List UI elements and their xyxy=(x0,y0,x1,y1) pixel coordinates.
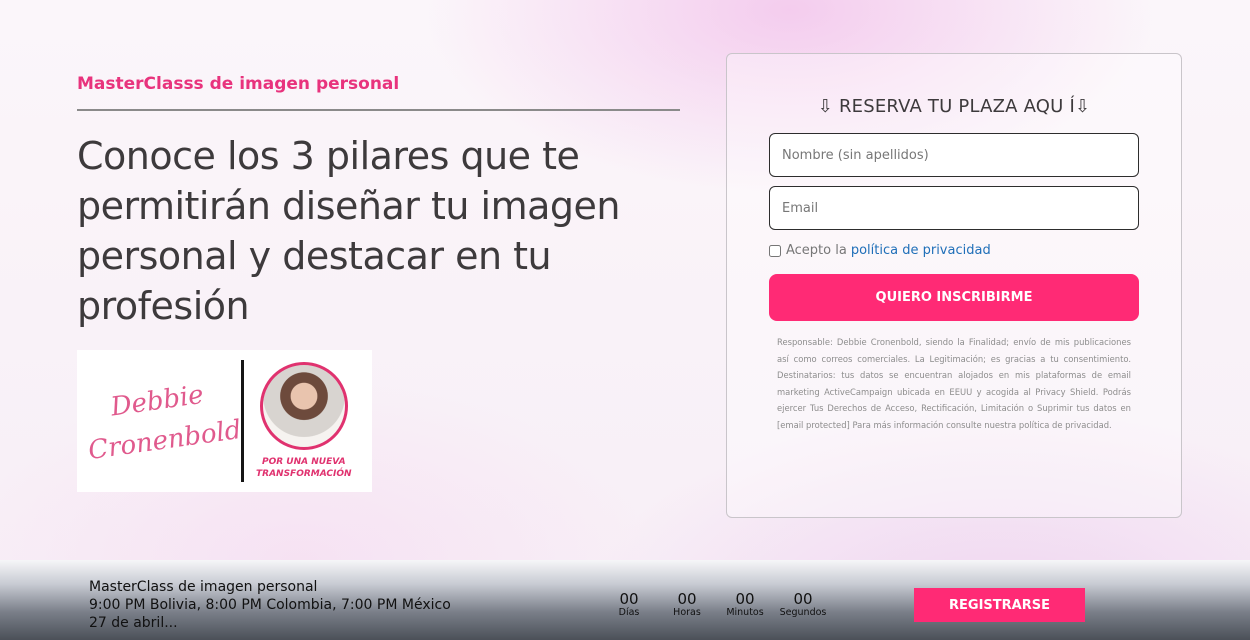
signature-logo: Debbie Cronenbold xyxy=(86,379,244,467)
registration-card: ⇩ RESERVA TU PLAZA AQU Í⇩ Acepto la polí… xyxy=(726,53,1182,518)
brand-logo: Debbie Cronenbold POR UNA NUEVA TRANSFOR… xyxy=(77,350,372,492)
event-date: 27 de abril... xyxy=(89,615,178,631)
page-headline: Conoce los 3 pilares que te permitirán d… xyxy=(77,134,621,328)
countdown-hours: 00 Horas xyxy=(658,591,716,618)
countdown-label: Días xyxy=(618,607,640,618)
countdown-label: Horas xyxy=(673,607,701,618)
countdown-value: 00 xyxy=(677,590,697,608)
brand-photo-block: POR UNA NUEVA TRANSFORMACIÓN xyxy=(256,362,352,480)
avatar xyxy=(259,362,348,450)
countdown-minutes: 00 Minutos xyxy=(716,591,774,618)
event-title: MasterClass de imagen personal xyxy=(89,579,318,595)
form-title: ⇩ RESERVA TU PLAZA AQU Í⇩ xyxy=(817,96,1091,117)
subscribe-button[interactable]: QUIERO INSCRIBIRME xyxy=(769,274,1139,321)
logo-divider xyxy=(241,360,244,482)
divider xyxy=(77,109,680,111)
countdown-value: 00 xyxy=(619,590,639,608)
privacy-checkbox[interactable] xyxy=(769,244,781,257)
legal-notice: Responsable: Debbie Cronenbold, siendo l… xyxy=(777,337,1131,430)
countdown-value: 00 xyxy=(793,590,813,608)
consent-label: Acepto la xyxy=(786,243,847,258)
countdown-seconds: 00 Segundos xyxy=(774,591,832,618)
name-field[interactable] xyxy=(769,133,1139,177)
tagline-line-2: TRANSFORMACIÓN xyxy=(256,469,352,479)
privacy-policy-link[interactable]: política de privacidad xyxy=(851,243,991,258)
countdown-days: 00 Días xyxy=(600,591,658,618)
countdown-label: Segundos xyxy=(779,607,827,618)
email-field[interactable] xyxy=(769,186,1139,230)
countdown-timer: 00 Días 00 Horas 00 Minutos 00 Segundos xyxy=(600,591,832,618)
eyebrow-title: MasterClasss de imagen personal xyxy=(77,74,400,94)
register-button[interactable]: REGISTRARSE xyxy=(914,588,1085,622)
tagline-line-1: POR UNA NUEVA xyxy=(262,457,346,467)
countdown-label: Minutos xyxy=(726,607,764,618)
privacy-consent: Acepto la política de privacidad xyxy=(769,243,991,258)
countdown-value: 00 xyxy=(735,590,755,608)
hero-section: MasterClasss de imagen personal Conoce l… xyxy=(77,74,681,331)
event-bar: MasterClass de imagen personal 9:00 PM B… xyxy=(0,560,1250,640)
brand-tagline: POR UNA NUEVA TRANSFORMACIÓN xyxy=(256,456,352,480)
event-info: MasterClass de imagen personal 9:00 PM B… xyxy=(89,578,451,632)
event-times: 9:00 PM Bolivia, 8:00 PM Colombia, 7:00 … xyxy=(89,597,451,613)
